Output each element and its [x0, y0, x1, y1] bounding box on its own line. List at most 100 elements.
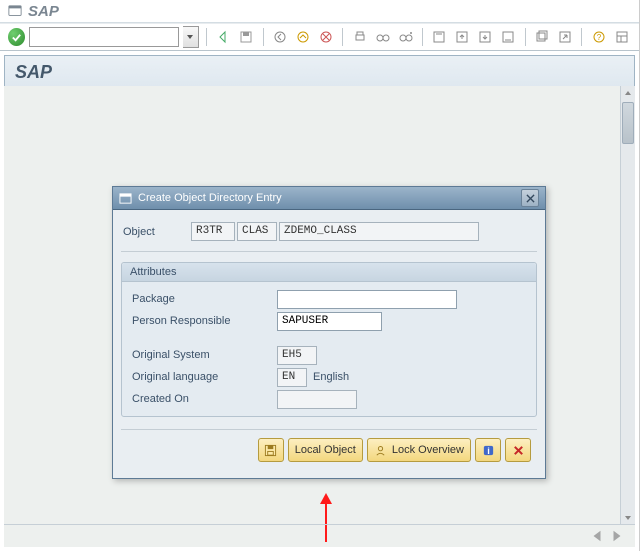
scroll-thumb[interactable]: [622, 102, 634, 144]
object-row: Object R3TR CLAS ZDEMO_CLASS: [121, 218, 537, 252]
globe-cancel-icon: [319, 30, 333, 44]
object-type: CLAS: [237, 222, 277, 241]
lock-overview-button[interactable]: Lock Overview: [367, 438, 471, 462]
scroll-down-button[interactable]: [621, 511, 635, 525]
separator: [263, 28, 264, 46]
globe-up-icon: [296, 30, 310, 44]
svg-text:?: ?: [596, 33, 601, 42]
attributes-title: Attributes: [122, 263, 536, 282]
dialog-titlebar[interactable]: Create Object Directory Entry: [113, 187, 545, 210]
dialog-button-row: Local Object Lock Overview i: [121, 429, 537, 470]
lock-overview-label: Lock Overview: [392, 444, 464, 456]
dialog-close-button[interactable]: [521, 189, 539, 207]
sap-window-icon: [8, 4, 22, 18]
help-icon: ?: [592, 30, 606, 44]
cancel-nav-button[interactable]: [316, 27, 335, 47]
print-button[interactable]: [350, 27, 369, 47]
attributes-body: Package Person Responsible Original Syst…: [122, 282, 536, 416]
origsys-row: Original System EH5: [132, 344, 526, 366]
enter-button[interactable]: [8, 28, 25, 46]
globe-back-icon: [273, 30, 287, 44]
link-icon: [558, 30, 572, 44]
cancel-icon: [512, 444, 525, 457]
disk-icon: [264, 444, 277, 457]
info-icon: i: [482, 444, 495, 457]
separator: [525, 28, 526, 46]
command-dropdown[interactable]: [183, 26, 199, 48]
disk-icon: [239, 30, 253, 44]
person-icon: [374, 444, 387, 457]
created-value: [277, 390, 357, 409]
vertical-scrollbar[interactable]: [620, 86, 635, 525]
separator: [206, 28, 207, 46]
scroll-left-button[interactable]: [587, 526, 607, 546]
chevron-down-icon: [624, 514, 632, 522]
window-new-icon: [535, 30, 549, 44]
find-next-button[interactable]: [396, 27, 415, 47]
save-button[interactable]: [237, 27, 256, 47]
status-bar: [4, 524, 635, 547]
object-pgmid: R3TR: [191, 222, 235, 241]
separator: [581, 28, 582, 46]
scroll-up-button[interactable]: [621, 86, 635, 100]
find-button[interactable]: [373, 27, 392, 47]
menubar: SAP: [0, 0, 639, 23]
chevron-left-icon: [590, 529, 604, 543]
origsys-value: EH5: [277, 346, 317, 365]
shortcut-button[interactable]: [555, 27, 574, 47]
binoculars-plus-icon: [399, 30, 413, 44]
local-object-button[interactable]: Local Object: [288, 438, 363, 462]
dialog-window-icon: [119, 192, 132, 205]
exit-nav-button[interactable]: [294, 27, 313, 47]
created-row: Created On: [132, 388, 526, 410]
app-title: SAP: [5, 56, 634, 89]
back-nav-button[interactable]: [271, 27, 290, 47]
content-area: Create Object Directory Entry Object R3T…: [4, 86, 635, 547]
close-icon: [526, 194, 535, 203]
attributes-group: Attributes Package Person Responsible O: [121, 262, 537, 417]
chevron-up-icon: [624, 89, 632, 97]
svg-text:i: i: [487, 446, 490, 456]
separator: [422, 28, 423, 46]
package-input[interactable]: [277, 290, 457, 309]
back-button[interactable]: [214, 27, 233, 47]
dialog-title: Create Object Directory Entry: [138, 192, 282, 204]
layout-button[interactable]: [612, 27, 631, 47]
local-object-label: Local Object: [295, 444, 356, 456]
command-field[interactable]: [29, 27, 179, 47]
main-window: SAP ? SAP: [0, 0, 640, 551]
scroll-right-button[interactable]: [607, 526, 627, 546]
last-page-button[interactable]: [499, 27, 518, 47]
origlang-label: Original language: [132, 371, 277, 383]
save-object-button[interactable]: [258, 438, 284, 462]
prev-page-button[interactable]: [453, 27, 472, 47]
object-name: ZDEMO_CLASS: [279, 222, 479, 241]
cancel-button[interactable]: [505, 438, 531, 462]
page-down-icon: [478, 30, 492, 44]
layout-icon: [615, 30, 629, 44]
origlang-text: English: [313, 371, 349, 383]
menubar-title: SAP: [28, 3, 59, 20]
create-object-directory-dialog: Create Object Directory Entry Object R3T…: [112, 186, 546, 479]
chevron-down-icon: [186, 33, 194, 41]
origsys-label: Original System: [132, 349, 277, 361]
page-up-icon: [455, 30, 469, 44]
person-input[interactable]: [277, 312, 382, 331]
triangle-left-icon: [216, 30, 230, 44]
object-label: Object: [123, 226, 183, 238]
separator: [342, 28, 343, 46]
printer-icon: [353, 30, 367, 44]
package-row: Package: [132, 288, 526, 310]
information-button[interactable]: i: [475, 438, 501, 462]
dialog-body: Object R3TR CLAS ZDEMO_CLASS Attributes …: [113, 210, 545, 478]
origlang-code: EN: [277, 368, 307, 387]
new-session-button[interactable]: [533, 27, 552, 47]
binoculars-icon: [376, 30, 390, 44]
person-label: Person Responsible: [132, 315, 277, 327]
help-button[interactable]: ?: [589, 27, 608, 47]
page-last-icon: [501, 30, 515, 44]
first-page-button[interactable]: [430, 27, 449, 47]
page-first-icon: [432, 30, 446, 44]
chevron-right-icon: [610, 529, 624, 543]
next-page-button[interactable]: [476, 27, 495, 47]
